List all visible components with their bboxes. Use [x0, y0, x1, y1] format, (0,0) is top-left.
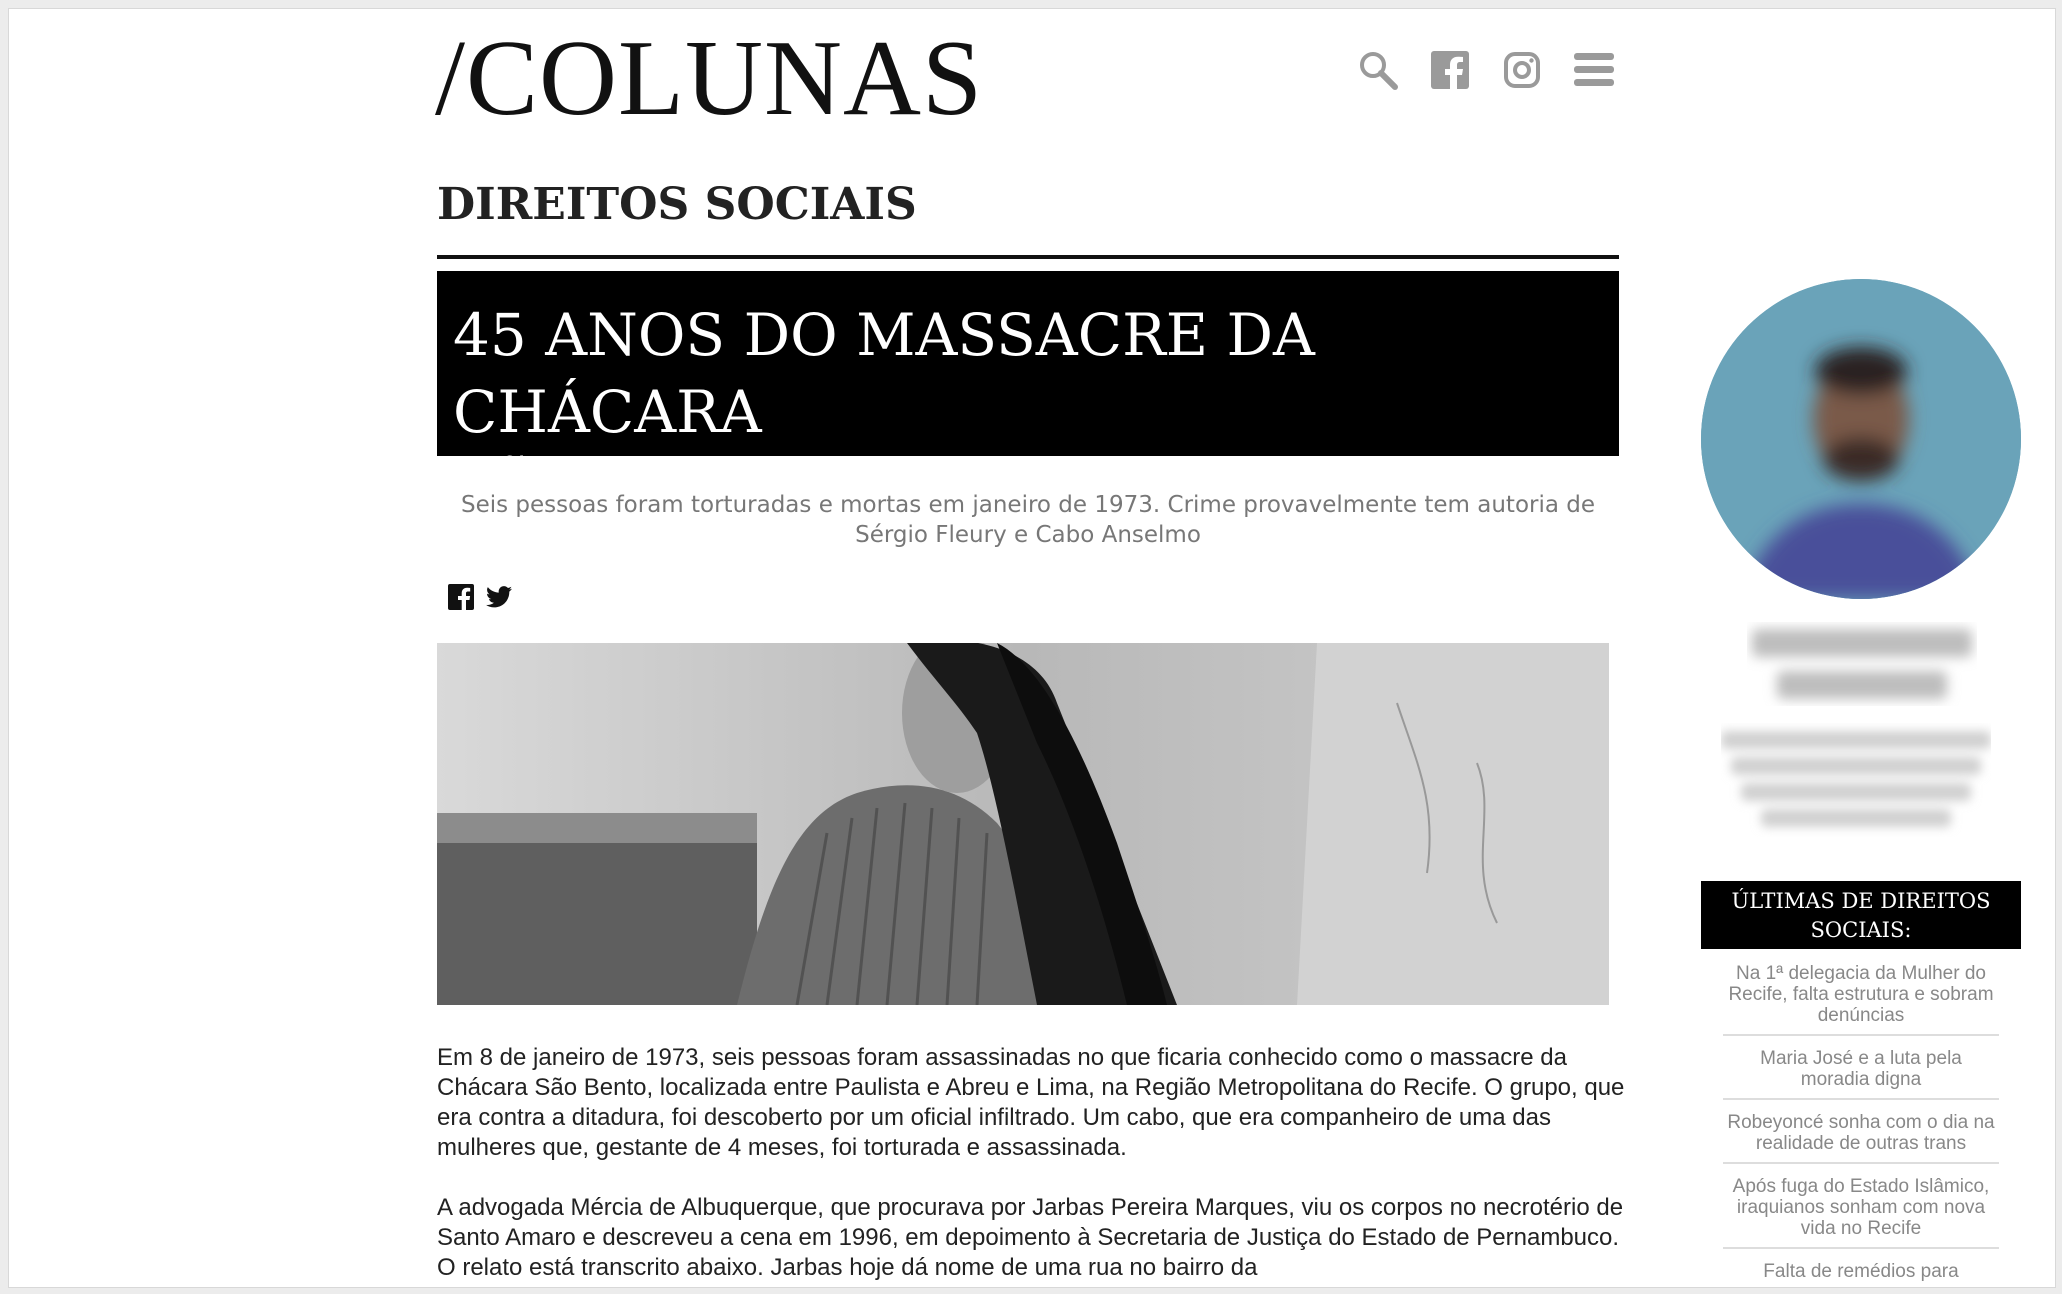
twitter-icon[interactable]: [485, 583, 513, 611]
page-frame: /COLUNAS DIREITOS SOCIAIS 45 ANOS DO MAS…: [8, 8, 2056, 1288]
share-bar: [447, 583, 513, 611]
headline-line-1: 45 ANOS DO MASSACRE DA CHÁCARA: [453, 301, 1315, 446]
section-title[interactable]: DIREITOS SOCIAIS: [437, 179, 917, 230]
list-item[interactable]: Falta de remédios para: [1723, 1249, 1999, 1287]
header-icons: [1357, 49, 1615, 91]
search-icon[interactable]: [1357, 49, 1399, 91]
list-item[interactable]: Robeyoncé sonha com o dia na realidade d…: [1723, 1100, 1999, 1164]
article-paragraph: A advogada Mércia de Albuquerque, que pr…: [437, 1194, 1624, 1281]
article-paragraph: Em 8 de janeiro de 1973, seis pessoas fo…: [437, 1044, 1625, 1161]
latest-posts-title: ÚLTIMAS DE DIREITOS SOCIAIS:: [1701, 881, 2021, 949]
menu-icon[interactable]: [1573, 49, 1615, 91]
article-body: Em 8 de janeiro de 1973, seis pessoas fo…: [437, 1043, 1627, 1287]
author-name-blurred: [1747, 619, 1977, 709]
list-item[interactable]: Na 1ª delegacia da Mulher do Recife, fal…: [1723, 953, 1999, 1036]
latest-posts-list: Na 1ª delegacia da Mulher do Recife, fal…: [1723, 953, 1999, 1287]
article-photo: [437, 643, 1609, 1005]
article-subtitle: Seis pessoas foram torturadas e mortas e…: [460, 492, 1596, 548]
list-item[interactable]: Após fuga do Estado Islâmico, iraquianos…: [1723, 1164, 1999, 1249]
site-logo[interactable]: /COLUNAS: [435, 25, 983, 133]
instagram-icon[interactable]: [1501, 49, 1543, 91]
section-divider: [437, 255, 1619, 259]
author-avatar[interactable]: [1701, 279, 2021, 599]
facebook-icon[interactable]: [1429, 49, 1471, 91]
facebook-icon[interactable]: [447, 583, 475, 611]
list-item[interactable]: Maria José e a luta pela moradia digna: [1723, 1036, 1999, 1100]
headline-box: 45 ANOS DO MASSACRE DA CHÁCARA SÃO BENTO: [437, 271, 1619, 523]
author-bio-blurred: [1721, 723, 1991, 843]
